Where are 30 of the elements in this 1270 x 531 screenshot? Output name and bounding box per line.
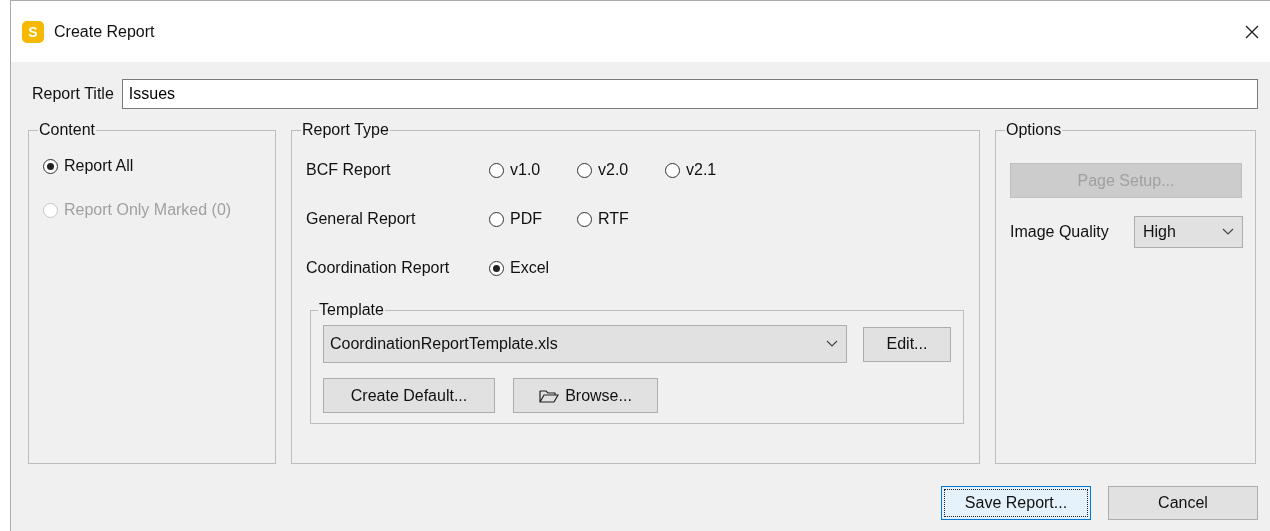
- radio-option[interactable]: v2.1: [665, 161, 753, 179]
- radio-option[interactable]: Excel: [489, 259, 577, 277]
- app-icon: S: [22, 20, 44, 43]
- dialog-button[interactable]: Save Report...: [941, 486, 1091, 520]
- create-default-button[interactable]: Create Default...: [323, 378, 495, 413]
- radio-option[interactable]: RTF: [577, 210, 665, 228]
- image-quality-label: Image Quality: [1010, 223, 1109, 241]
- template-dropdown[interactable]: CoordinationReportTemplate.xls: [323, 325, 847, 363]
- report-type-label: Coordination Report: [306, 259, 451, 277]
- radio-option[interactable]: v1.0: [489, 161, 577, 179]
- chevron-down-icon: [826, 340, 838, 348]
- group-title: Options: [1005, 121, 1063, 139]
- group-title: Report Type: [301, 121, 390, 139]
- group-title: Content: [38, 121, 97, 139]
- close-icon[interactable]: [1244, 23, 1260, 40]
- chevron-down-icon: [1222, 228, 1234, 236]
- window-title: Create Report: [54, 22, 155, 41]
- browse-button[interactable]: Browse...: [513, 378, 658, 413]
- radio-option[interactable]: PDF: [489, 210, 577, 228]
- radio-option[interactable]: v2.0: [577, 161, 665, 179]
- report-type-label: General Report: [306, 210, 417, 228]
- group-title: Template: [318, 301, 385, 319]
- report-title-label: Report Title: [32, 85, 114, 103]
- report-title-field[interactable]: Issues: [121, 79, 1258, 109]
- image-quality-dropdown[interactable]: High: [1134, 216, 1243, 248]
- dialog-button[interactable]: Cancel: [1108, 486, 1258, 520]
- edit-button[interactable]: Edit...: [863, 326, 951, 362]
- folder-icon: [539, 387, 560, 404]
- report-type-label: BCF Report: [306, 161, 392, 179]
- radio-option[interactable]: Report All: [43, 157, 261, 175]
